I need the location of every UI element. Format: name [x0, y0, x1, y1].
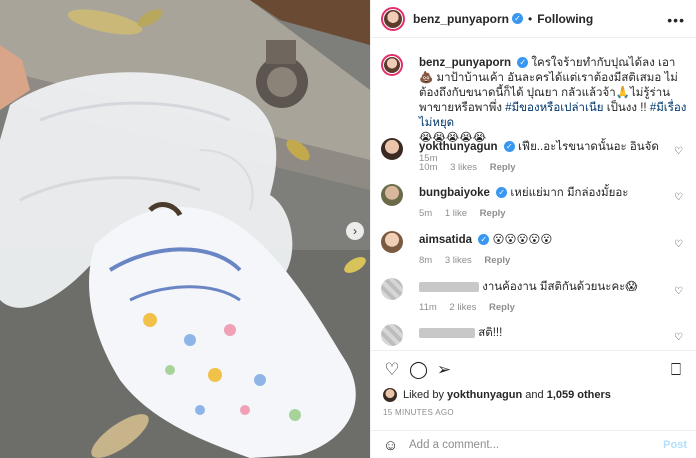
reply-button[interactable]: Reply [484, 255, 510, 266]
heart-icon[interactable]: ♡ [674, 146, 683, 157]
heart-icon[interactable]: ♡ [674, 332, 683, 343]
comment-meta: 5m 1 like Reply [419, 206, 669, 221]
liker-avatar[interactable] [383, 388, 397, 402]
emoji-icon[interactable]: ☺ [383, 437, 398, 454]
commenter-avatar[interactable] [381, 138, 403, 160]
comment-text: สติ!!! [478, 327, 503, 339]
post-sidebar: benz_punyaporn ✓ • Following ••• benz_pu… [370, 0, 696, 458]
likes-summary: Liked by yokthunyagun and 1,059 others [383, 388, 611, 402]
comment-likes[interactable]: 1 like [445, 208, 467, 219]
photo-illustration [0, 0, 370, 458]
share-icon[interactable]: ➢ [435, 361, 453, 379]
blurred-username [419, 327, 475, 338]
heart-icon[interactable]: ♡ [674, 239, 683, 250]
reply-button[interactable]: Reply [480, 208, 506, 219]
following-button[interactable]: Following [537, 12, 593, 26]
comment-likes[interactable]: 3 likes [450, 162, 477, 173]
heart-icon[interactable]: ♡ [674, 192, 683, 203]
comments-list: benz_punyaporn ✓ ใครใจร้ายทำกับปุณได้ลง … [371, 38, 696, 350]
separator-dot: • [528, 11, 533, 26]
comment-icon[interactable]: ◯ [409, 361, 428, 379]
comment-time: 10m [419, 162, 438, 173]
comment-username[interactable]: aimsatida [419, 234, 472, 246]
caption-text-2: เป็นงง !! [603, 102, 650, 114]
comment-meta: 8m 3 likes Reply [419, 253, 669, 268]
verified-badge-icon: ✓ [478, 234, 490, 246]
commenter-avatar[interactable] [381, 324, 403, 346]
post-header: benz_punyaporn ✓ • Following ••• [371, 0, 696, 38]
comment-text: เฟีย..อะไรขนาดนั้นอะ อินจัด [518, 141, 659, 153]
next-image-button[interactable]: › [346, 222, 364, 240]
reply-button[interactable]: Reply [490, 162, 516, 173]
caption-username[interactable]: benz_punyaporn [419, 57, 511, 69]
comment-time: 8m [419, 255, 433, 266]
commenter-avatar[interactable] [381, 278, 403, 300]
bookmark-icon[interactable]: ⎕ [667, 361, 685, 379]
hashtag-link[interactable]: #มีของหรือเปล่าเนีย [505, 102, 603, 114]
commenter-avatar[interactable] [381, 184, 403, 206]
comment-input[interactable] [409, 436, 639, 454]
comment-body: yokthunyagun ✓ เฟีย..อะไรขนาดนั้นอะ อินจ… [419, 140, 669, 175]
verified-badge-icon: ✓ [517, 57, 529, 69]
comment-body: aimsatida ✓ 😮😮😮😮😮 8m 3 likes Reply [419, 233, 669, 268]
more-horizontal-icon[interactable]: ••• [667, 12, 685, 28]
comment-meta: 11m 2 likes Reply [419, 300, 669, 315]
instagram-post: › benz_punyaporn ✓ • Following ••• benz_… [0, 0, 696, 458]
comment-text: งานค้องาน มีสติกันด้วยนะคะ😱 [482, 281, 638, 293]
comment-time: 5m [419, 208, 433, 219]
comment-username[interactable]: bungbaiyoke [419, 187, 490, 199]
comment-likes[interactable]: 2 likes [449, 302, 476, 313]
author-avatar[interactable] [381, 6, 405, 31]
post-photo[interactable]: › [0, 0, 370, 458]
chevron-right-icon: › [353, 224, 357, 238]
comment-text: 😮😮😮😮😮 [492, 234, 553, 246]
comment-body: สติ!!! [419, 326, 669, 341]
comment-body: งานค้องาน มีสติกันด้วยนะคะ😱 11m 2 likes … [419, 280, 669, 315]
comment-text: เหย่แย่มาก มีกล่องมั้ยอะ [510, 187, 629, 199]
commenter-avatar[interactable] [381, 231, 403, 253]
add-comment-bar: ☺ Post [371, 430, 696, 458]
comment-time: 11m [419, 302, 437, 313]
verified-badge-icon: ✓ [496, 187, 508, 199]
likes-others[interactable]: 1,059 others [547, 389, 611, 401]
comment-username[interactable]: yokthunyagun [419, 141, 498, 153]
caption-avatar[interactable] [381, 54, 403, 76]
heart-icon[interactable]: ♡ [383, 361, 401, 379]
verified-badge-icon: ✓ [503, 141, 515, 153]
comment-meta: 10m 3 likes Reply [419, 160, 669, 175]
liker-username[interactable]: yokthunyagun [447, 389, 522, 401]
likes-and: and [525, 389, 544, 401]
heart-icon[interactable]: ♡ [674, 286, 683, 297]
reply-button[interactable]: Reply [489, 302, 515, 313]
comment-body: bungbaiyoke ✓ เหย่แย่มาก มีกล่องมั้ยอะ 5… [419, 186, 669, 221]
verified-badge-icon: ✓ [512, 13, 524, 24]
post-timestamp: 15 MINUTES AGO [383, 408, 454, 417]
action-bar: ♡ ◯ ➢ ⎕ [371, 350, 696, 390]
post-button[interactable]: Post [663, 439, 687, 451]
comment-likes[interactable]: 3 likes [445, 255, 472, 266]
blurred-username [419, 281, 479, 292]
likes-prefix: Liked by [403, 389, 444, 401]
author-username[interactable]: benz_punyaporn [413, 12, 509, 26]
